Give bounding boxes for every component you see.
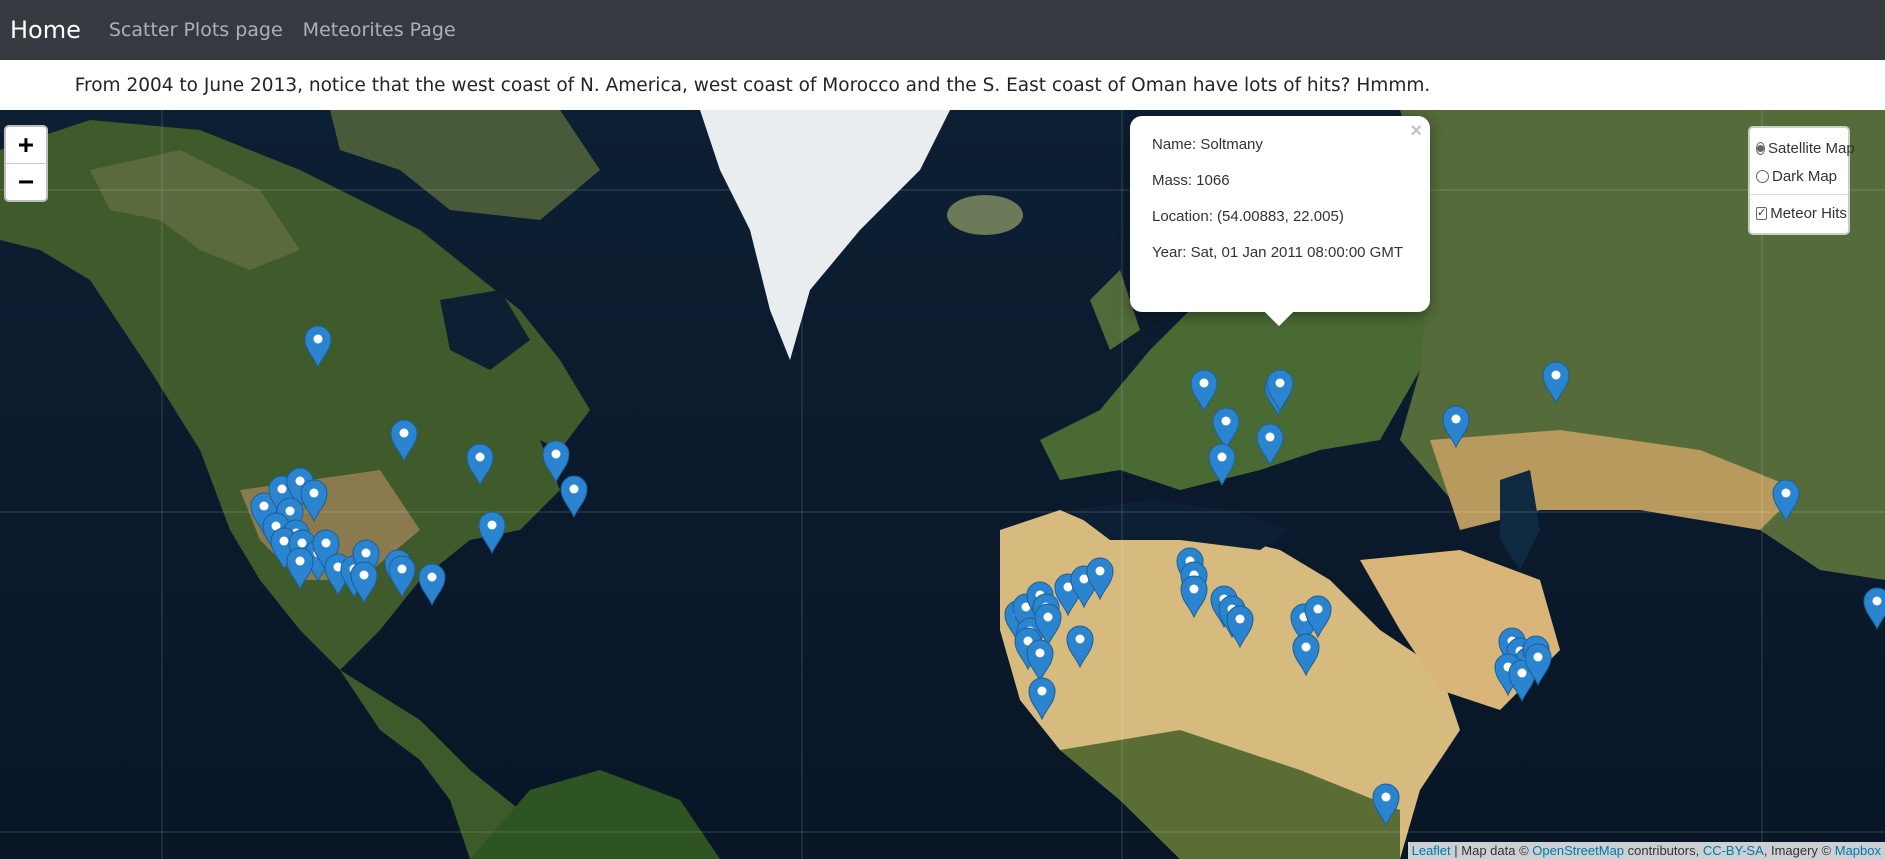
radio-icon[interactable]	[1756, 169, 1769, 183]
navbar: Home Scatter Plots page Meteorites Page	[0, 0, 1885, 60]
map-marker-icon[interactable]	[1085, 556, 1115, 601]
zoom-control: + −	[4, 125, 48, 202]
layer-divider	[1750, 194, 1848, 195]
map-marker-icon[interactable]	[1523, 642, 1553, 687]
map-view[interactable]: + − Satellite Map Dark Map ✓ Meteor Hits…	[0, 110, 1885, 859]
satellite-map-label: Satellite Map	[1768, 139, 1855, 157]
map-marker-icon[interactable]	[1225, 604, 1255, 649]
map-marker-icon[interactable]	[1441, 404, 1471, 449]
attribution-text: , Imagery ©	[1763, 843, 1835, 858]
popup-year: Year: Sat, 01 Jan 2011 08:00:00 GMT	[1152, 244, 1404, 261]
popup-name: Name: Soltmany	[1152, 136, 1263, 153]
popup-mass: Mass: 1066	[1152, 172, 1230, 189]
map-marker-icon[interactable]	[1541, 360, 1571, 405]
map-marker-icon[interactable]	[477, 510, 507, 555]
map-marker-icon[interactable]	[349, 560, 379, 605]
map-attribution: Leaflet | Map data © OpenStreetMap contr…	[1407, 842, 1885, 859]
radio-icon[interactable]	[1756, 141, 1765, 155]
map-marker-icon[interactable]	[1371, 782, 1401, 827]
layer-control: Satellite Map Dark Map ✓ Meteor Hits	[1748, 126, 1855, 235]
attribution-text: | Map data ©	[1450, 843, 1533, 858]
meteor-hits-option[interactable]: ✓ Meteor Hits	[1756, 199, 1847, 227]
page-caption: From 2004 to June 2013, notice that the …	[74, 74, 1431, 96]
map-marker-icon[interactable]	[1265, 368, 1295, 413]
map-marker-icon[interactable]	[1255, 422, 1285, 467]
nav-home-link[interactable]: Home	[10, 16, 81, 44]
map-marker-icon[interactable]	[559, 474, 589, 519]
openstreetmap-link[interactable]: OpenStreetMap	[1532, 843, 1624, 858]
map-marker-icon[interactable]	[417, 562, 447, 607]
map-marker-icon[interactable]	[387, 554, 417, 599]
map-marker-icon[interactable]	[1027, 676, 1057, 721]
license-link[interactable]: CC-BY-SA	[1703, 843, 1764, 858]
map-marker-icon[interactable]	[1065, 624, 1095, 669]
checkbox-icon[interactable]: ✓	[1756, 206, 1768, 220]
zoom-in-button[interactable]: +	[6, 127, 46, 163]
dark-map-option[interactable]: Dark Map	[1756, 162, 1844, 190]
dark-map-label: Dark Map	[1772, 167, 1838, 185]
nav-scatter-plots-link[interactable]: Scatter Plots page	[109, 19, 283, 41]
mapbox-link[interactable]: Mapbox	[1835, 843, 1881, 858]
popup-close-button[interactable]: ×	[1410, 120, 1422, 143]
zoom-out-button[interactable]: −	[6, 163, 46, 200]
map-marker-icon[interactable]	[1862, 586, 1885, 631]
map-marker-icon[interactable]	[1771, 478, 1801, 523]
satellite-map-option[interactable]: Satellite Map	[1756, 134, 1855, 162]
nav-meteorites-link[interactable]: Meteorites Page	[303, 19, 456, 41]
map-marker-icon[interactable]	[389, 418, 419, 463]
marker-popup: × Name: Soltmany Mass: 1066 Location: (5…	[1130, 116, 1430, 327]
map-marker-icon[interactable]	[1207, 442, 1237, 487]
meteor-hits-label: Meteor Hits	[1770, 204, 1847, 222]
map-marker-icon[interactable]	[1291, 632, 1321, 677]
attribution-text: contributors,	[1624, 843, 1703, 858]
map-marker-icon[interactable]	[1179, 574, 1209, 619]
map-marker-icon[interactable]	[465, 442, 495, 487]
map-marker-icon[interactable]	[303, 324, 333, 369]
leaflet-link[interactable]: Leaflet	[1412, 843, 1451, 858]
popup-location: Location: (54.00883, 22.005)	[1152, 208, 1344, 225]
